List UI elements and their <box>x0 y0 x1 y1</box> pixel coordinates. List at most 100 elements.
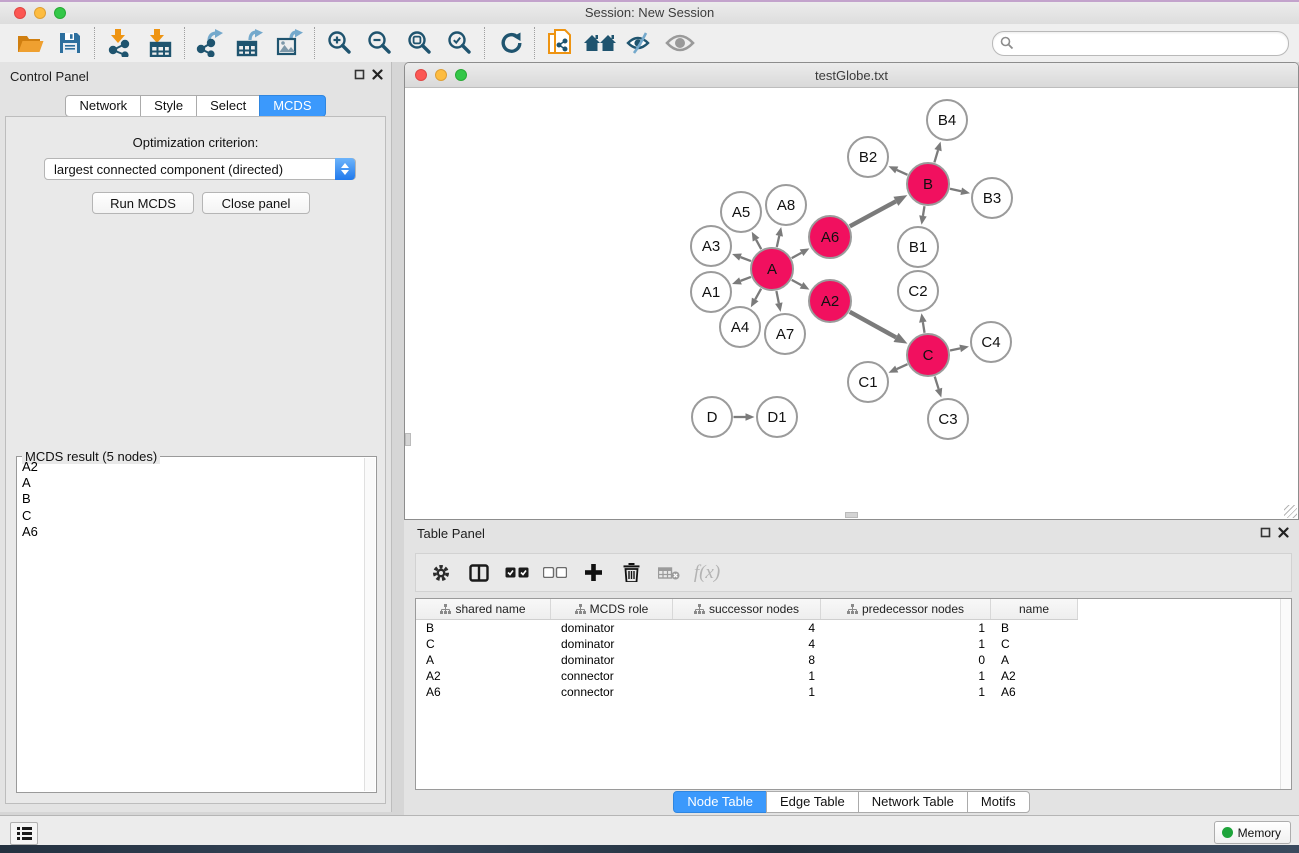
fx-icon: f(x) <box>694 562 720 584</box>
show-columns-button[interactable] <box>460 556 498 590</box>
tab-mcds[interactable]: MCDS <box>259 95 325 117</box>
home-button[interactable] <box>580 26 620 60</box>
close-panel-icon[interactable] <box>372 69 383 80</box>
table-cell: 8 <box>673 652 821 668</box>
export-image-button[interactable] <box>270 26 310 60</box>
apply-layout-button[interactable] <box>490 26 530 60</box>
desktop-strip-bottom <box>0 845 1299 853</box>
table-cell: 4 <box>673 636 821 652</box>
function-builder-button[interactable]: f(x) <box>688 556 726 590</box>
network-view-window: testGlobe.txt B4B2BB3A5A8A6B1A3AA1C2A4A7… <box>404 62 1299 520</box>
graph-edge-B-B1[interactable] <box>923 206 925 216</box>
graph-edge-B-B3[interactable] <box>950 189 961 191</box>
table-settings-button[interactable] <box>422 556 460 590</box>
graph-edge-A-A8[interactable] <box>777 236 779 247</box>
control-panel-title: Control Panel <box>10 69 89 84</box>
graph-edge-B-B4[interactable] <box>934 150 938 162</box>
mcds-result-item[interactable]: C <box>19 508 364 524</box>
table-cell: 1 <box>673 684 821 700</box>
graph-edge-A-A3[interactable] <box>740 257 750 261</box>
graph-edge-C-C3[interactable] <box>935 376 939 388</box>
tab-edge-table[interactable]: Edge Table <box>766 791 859 813</box>
table-scrollbar[interactable] <box>1280 599 1291 789</box>
column-header-MCDS-role[interactable]: MCDS role <box>551 599 673 619</box>
eye-slash-icon <box>626 31 654 55</box>
network-canvas[interactable]: B4B2BB3A5A8A6B1A3AA1C2A4A7A2CC4C1C3DD1 <box>405 88 1298 519</box>
run-mcds-button[interactable]: Run MCDS <box>92 192 194 214</box>
graph-edge-A-A5[interactable] <box>756 240 761 250</box>
resize-grip[interactable] <box>1284 505 1297 518</box>
import-table-button[interactable] <box>140 26 180 60</box>
column-header-predecessor-nodes[interactable]: predecessor nodes <box>821 599 991 619</box>
close-table-panel-icon[interactable] <box>1278 527 1289 538</box>
graph-edge-A6-B[interactable] <box>850 201 896 226</box>
graph-node-label: A6 <box>821 229 839 246</box>
graph-edge-C-C2[interactable] <box>923 322 925 333</box>
import-network-button[interactable] <box>100 26 140 60</box>
vertical-scroll-thumb[interactable] <box>405 433 411 446</box>
memory-button[interactable]: Memory <box>1214 821 1291 844</box>
table-cell: dominator <box>551 636 673 652</box>
table-row[interactable]: A2connector11A2 <box>416 668 1291 684</box>
delete-column-button[interactable] <box>612 556 650 590</box>
graph-edge-A2-C[interactable] <box>850 312 896 338</box>
show-details-button[interactable] <box>660 26 700 60</box>
float-panel-icon[interactable] <box>354 69 365 80</box>
hide-details-button[interactable] <box>620 26 660 60</box>
zoom-fit-button[interactable] <box>400 26 440 60</box>
graph-edge-B-B2[interactable] <box>897 170 908 175</box>
table-panel-title: Table Panel <box>417 526 485 541</box>
table-cell: dominator <box>551 620 673 636</box>
column-header-successor-nodes[interactable]: successor nodes <box>673 599 821 619</box>
graph-edge-A-A2[interactable] <box>792 280 802 285</box>
table-row[interactable]: Bdominator41B <box>416 620 1291 636</box>
mcds-result-item[interactable]: A6 <box>19 524 364 540</box>
search-input[interactable] <box>1019 34 1278 53</box>
tab-node-table[interactable]: Node Table <box>673 791 767 813</box>
create-column-button[interactable] <box>574 556 612 590</box>
graph-edge-arrowhead <box>894 333 908 344</box>
zoom-selected-button[interactable] <box>440 26 480 60</box>
graph-edge-C-C4[interactable] <box>950 348 960 350</box>
graph-edge-A-A4[interactable] <box>755 289 761 300</box>
export-network-button[interactable] <box>190 26 230 60</box>
unselect-all-columns-button[interactable] <box>536 556 574 590</box>
criterion-dropdown[interactable]: largest connected component (directed) <box>44 158 356 180</box>
copy-network-button[interactable] <box>540 26 580 60</box>
zoom-out-button[interactable] <box>360 26 400 60</box>
select-all-columns-button[interactable] <box>498 556 536 590</box>
table-row[interactable]: A6connector11A6 <box>416 684 1291 700</box>
horizontal-scroll-thumb[interactable] <box>845 512 858 518</box>
tab-motifs[interactable]: Motifs <box>967 791 1030 813</box>
tab-style[interactable]: Style <box>140 95 197 117</box>
delete-table-button[interactable] <box>650 556 688 590</box>
zoom-in-button[interactable] <box>320 26 360 60</box>
export-table-button[interactable] <box>230 26 270 60</box>
table-row[interactable]: Cdominator41C <box>416 636 1291 652</box>
tab-network[interactable]: Network <box>65 95 141 117</box>
mcds-result-item[interactable]: A <box>19 475 364 491</box>
tab-select[interactable]: Select <box>196 95 260 117</box>
graph-edge-C-C1[interactable] <box>897 364 908 369</box>
close-panel-button[interactable]: Close panel <box>202 192 310 214</box>
refresh-icon <box>498 31 522 55</box>
table-row[interactable]: Adominator80A <box>416 652 1291 668</box>
mcds-result-item[interactable]: B <box>19 491 364 507</box>
tab-network-table[interactable]: Network Table <box>858 791 968 813</box>
float-table-panel-icon[interactable] <box>1260 527 1271 538</box>
open-file-button[interactable] <box>10 26 50 60</box>
graph-node-label: A3 <box>702 238 720 255</box>
graph-edge-A-A6[interactable] <box>792 253 802 258</box>
task-history-button[interactable] <box>10 822 38 845</box>
result-scrollbar[interactable] <box>364 458 375 791</box>
column-header-shared-name[interactable]: shared name <box>416 599 551 619</box>
control-panel: Control Panel NetworkStyleSelectMCDS Opt… <box>0 62 392 812</box>
column-header-name[interactable]: name <box>991 599 1078 619</box>
graph-edge-A-A1[interactable] <box>740 277 750 281</box>
mcds-result-item[interactable]: A2 <box>19 459 364 475</box>
table-cell: 1 <box>673 668 821 684</box>
save-session-button[interactable] <box>50 26 90 60</box>
table-cell: 1 <box>821 684 991 700</box>
graph-edge-arrowhead <box>935 388 942 398</box>
graph-edge-A-A7[interactable] <box>776 291 778 303</box>
